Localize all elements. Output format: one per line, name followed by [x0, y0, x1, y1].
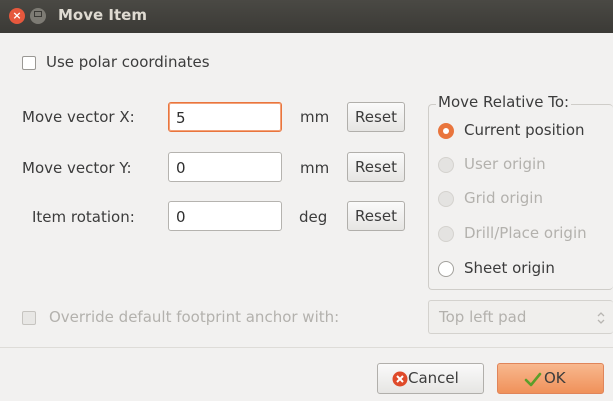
move-y-input[interactable]: 0: [168, 152, 282, 182]
close-window-button[interactable]: ×: [9, 8, 25, 24]
move-y-label: Move vector Y:: [22, 159, 132, 177]
radio-user-origin-label: User origin: [464, 155, 546, 173]
radio-sheet-origin-label[interactable]: Sheet origin: [464, 259, 555, 277]
cancel-button[interactable]: Cancel: [377, 363, 484, 394]
ok-button[interactable]: OK: [497, 363, 604, 394]
anchor-select-value: Top left pad: [439, 308, 527, 326]
cancel-label: Cancel: [408, 369, 459, 387]
move-y-unit: mm: [300, 159, 330, 177]
radio-user-origin: [438, 157, 454, 173]
radio-current-position-label[interactable]: Current position: [464, 121, 585, 139]
move-x-label: Move vector X:: [22, 108, 135, 126]
radio-grid-origin-label: Grid origin: [464, 189, 543, 207]
radio-drill-place-origin-label: Drill/Place origin: [464, 224, 587, 242]
cancel-icon: [392, 371, 408, 387]
rotation-label: Item rotation:: [32, 208, 135, 226]
close-icon: ×: [12, 9, 22, 22]
rotation-unit: deg: [299, 208, 328, 226]
ok-label: OK: [544, 369, 566, 387]
minimize-icon: [34, 11, 42, 17]
move-relative-title: Move Relative To:: [436, 93, 572, 111]
move-x-unit: mm: [300, 108, 330, 126]
radio-sheet-origin[interactable]: [438, 261, 454, 277]
override-anchor-checkbox: [22, 311, 36, 325]
reset-y-button[interactable]: Reset: [347, 152, 405, 182]
radio-current-position[interactable]: [438, 123, 454, 139]
minimize-window-button[interactable]: [30, 8, 46, 24]
reset-rotation-button[interactable]: Reset: [347, 201, 405, 231]
override-anchor-label: Override default footprint anchor with:: [49, 308, 340, 326]
footer-separator: [0, 347, 613, 348]
anchor-select: Top left pad: [428, 300, 613, 334]
rotation-input[interactable]: 0: [168, 201, 282, 231]
radio-grid-origin: [438, 191, 454, 207]
radio-drill-place-origin: [438, 226, 454, 242]
move-x-input[interactable]: 5: [168, 102, 282, 132]
checkmark-icon: [524, 372, 542, 387]
title-bar: × Move Item: [0, 0, 613, 33]
reset-x-button[interactable]: Reset: [347, 102, 405, 132]
polar-coordinates-label[interactable]: Use polar coordinates: [46, 53, 210, 71]
window-title: Move Item: [58, 6, 147, 24]
spinner-arrows-icon: [597, 312, 605, 324]
polar-coordinates-checkbox[interactable]: [22, 56, 36, 70]
